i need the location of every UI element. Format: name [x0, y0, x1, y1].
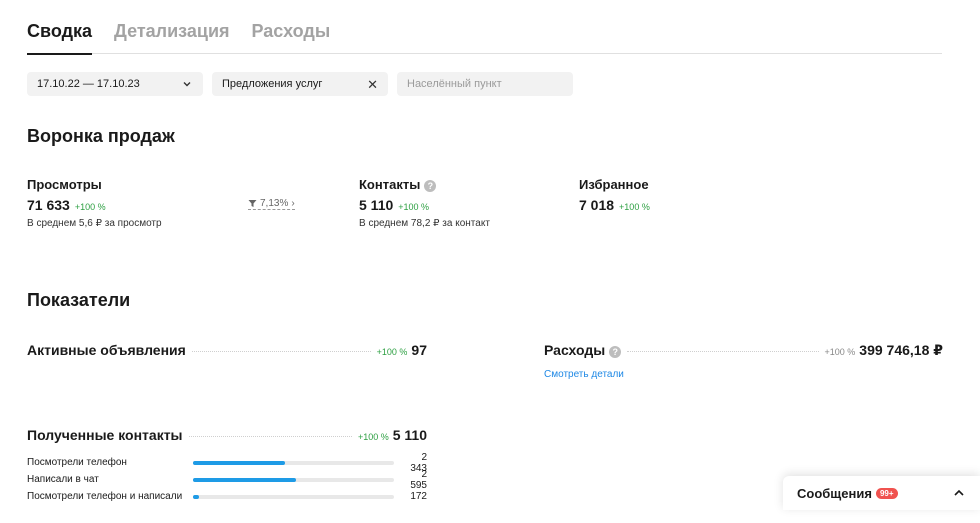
progress-track	[193, 460, 394, 465]
contacts-sub: В среднем 78,2 ₽ за контакт	[359, 218, 490, 229]
received-contacts-value: 5 110	[392, 427, 427, 443]
progress-track	[193, 494, 394, 499]
contacts-label-row: Контакты?	[359, 177, 437, 192]
contacts-label: Контакты	[359, 177, 421, 192]
tab-bar: Сводка Детализация Расходы	[27, 18, 942, 55]
unread-badge: 99+	[875, 487, 898, 499]
expenses-label: Расходы	[544, 342, 606, 358]
progress-fill	[193, 494, 200, 499]
active-ads-delta: +100 %	[376, 347, 408, 357]
close-icon[interactable]: ✕	[367, 78, 378, 91]
views-value-row: 71 633 +100 %	[27, 197, 106, 213]
indicators-title: Показатели	[27, 290, 131, 310]
breakdown-value: 172	[410, 491, 427, 502]
chevron-down-icon	[183, 82, 191, 87]
service-filter[interactable]: Предложения услуг ✕	[212, 72, 388, 96]
tab-summary[interactable]: Сводка	[27, 18, 93, 55]
question-icon[interactable]: ?	[609, 346, 622, 358]
conversion-value: 7,13%	[260, 198, 289, 209]
breakdown-label: Посмотрели телефон и написали	[27, 491, 183, 502]
favorites-delta: +100 %	[619, 202, 650, 212]
list-item: Посмотрели телефон и написали 172	[27, 488, 427, 505]
views-delta: +100 %	[74, 202, 106, 212]
list-item: Посмотрели телефон 2 343	[27, 452, 427, 474]
views-value: 71 633	[27, 197, 70, 213]
active-ads-label: Активные объявления	[27, 342, 186, 358]
filter-bar: 17.10.22 — 17.10.23 Предложения услуг ✕ …	[27, 72, 573, 96]
question-icon[interactable]: ?	[424, 179, 437, 192]
contacts-delta: +100 %	[398, 202, 430, 212]
progress-track	[193, 477, 394, 482]
contacts-breakdown: Посмотрели телефон 2 343 Написали в чат …	[27, 452, 427, 505]
favorites-value: 7 018	[579, 197, 615, 213]
expenses-value: 399 746,18 ₽	[859, 342, 943, 358]
chevron-right-icon: ›	[291, 198, 295, 209]
received-contacts-row: Полученные контакты +100 % 5 110	[27, 427, 427, 443]
funnel-title: Воронка продаж	[27, 126, 175, 146]
contacts-value: 5 110	[359, 197, 394, 213]
breakdown-label: Написали в чат	[27, 474, 99, 485]
conversion-link[interactable]: 7,13% ›	[248, 198, 295, 210]
dotted-leader	[188, 436, 352, 437]
city-placeholder: Населённый пункт	[407, 78, 502, 90]
tab-expenses[interactable]: Расходы	[252, 18, 331, 54]
messages-label: Сообщения	[797, 485, 872, 501]
received-contacts-delta: +100 %	[357, 432, 389, 442]
messages-panel[interactable]: Сообщения 99+	[783, 476, 980, 510]
date-range-select[interactable]: 17.10.22 — 17.10.23	[27, 72, 203, 96]
city-input[interactable]: Населённый пункт	[397, 72, 573, 96]
expenses-delta: +100 %	[824, 347, 856, 357]
chevron-up-icon[interactable]	[952, 486, 966, 500]
favorites-label: Избранное	[579, 177, 649, 192]
progress-fill	[193, 460, 286, 465]
expenses-row: Расходы ? +100 % 399 746,18 ₽	[544, 342, 943, 359]
active-ads-value: 97	[411, 342, 427, 358]
contacts-value-row: 5 110 +100 %	[359, 197, 429, 213]
dotted-leader	[191, 351, 371, 352]
breakdown-label: Посмотрели телефон	[27, 457, 127, 468]
progress-fill	[193, 477, 296, 482]
favorites-value-row: 7 018 +100 %	[579, 197, 650, 213]
date-range-value: 17.10.22 — 17.10.23	[37, 78, 140, 90]
funnel-icon	[248, 200, 257, 207]
service-filter-value: Предложения услуг	[222, 78, 323, 90]
views-sub: В среднем 5,6 ₽ за просмотр	[27, 218, 162, 229]
expenses-details-link[interactable]: Смотреть детали	[544, 369, 624, 380]
list-item: Написали в чат 2 595	[27, 468, 427, 491]
tab-details[interactable]: Детализация	[114, 18, 230, 54]
dotted-leader	[627, 351, 819, 352]
received-contacts-label: Полученные контакты	[27, 427, 183, 443]
breakdown-value: 2 595	[410, 468, 427, 491]
views-label: Просмотры	[27, 177, 102, 192]
active-ads-row: Активные объявления +100 % 97	[27, 342, 427, 358]
